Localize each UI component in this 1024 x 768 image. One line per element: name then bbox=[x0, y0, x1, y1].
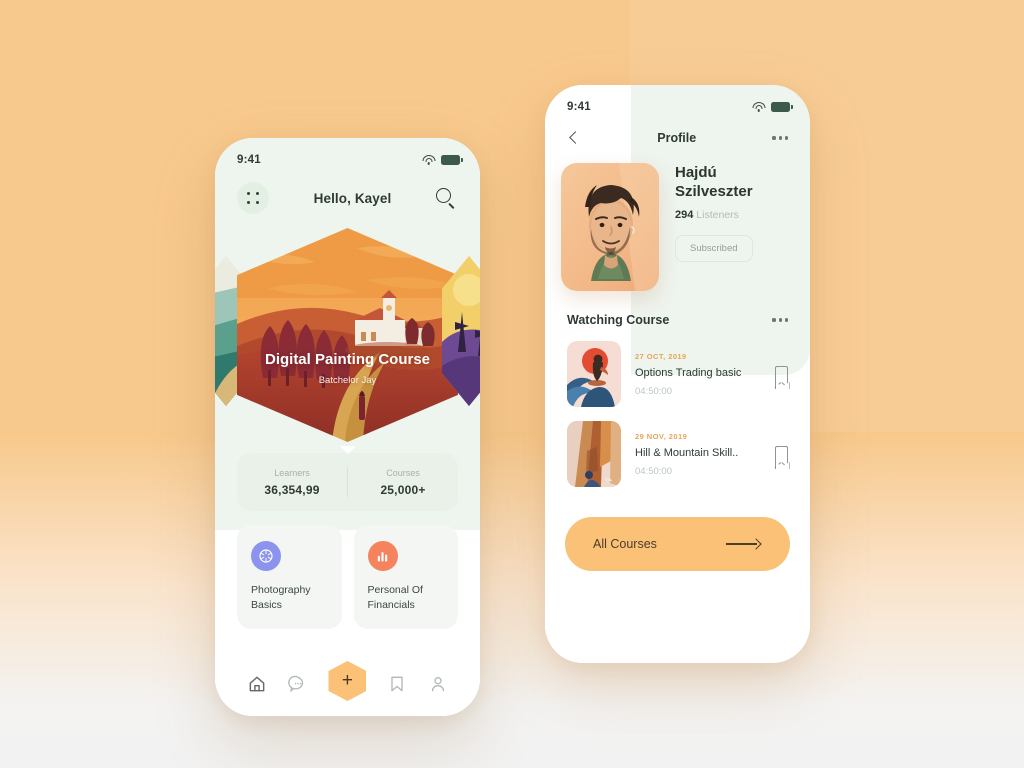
greeting-title: Hello, Kayel bbox=[313, 190, 392, 206]
section-title: Watching Course bbox=[567, 313, 670, 327]
stat-value: 25,000+ bbox=[380, 482, 426, 497]
bottom-navigation: + bbox=[215, 658, 480, 716]
category-label: Personal Of Financials bbox=[367, 583, 423, 611]
course-duration: 04:50:00 bbox=[635, 465, 672, 477]
phone-left: 9:41 Hello, Kayel Digital Painting Cours… bbox=[215, 138, 480, 716]
listeners-count: 294 bbox=[675, 209, 694, 222]
status-bar-right: 9:41 bbox=[545, 85, 810, 119]
course-thumbnail bbox=[567, 421, 621, 487]
status-time: 9:41 bbox=[567, 101, 591, 113]
battery-icon bbox=[771, 102, 793, 112]
status-indicators bbox=[752, 102, 793, 112]
avatar bbox=[561, 163, 659, 291]
stat-value: 36,354,99 bbox=[264, 482, 320, 497]
stat-label: Learners bbox=[274, 467, 310, 478]
course-info: 29 NOV, 2019 Hill & Mountain Skill.. 04:… bbox=[635, 432, 761, 477]
course-title: Hill & Mountain Skill.. bbox=[635, 446, 739, 459]
all-courses-label: All Courses bbox=[593, 537, 657, 551]
stat-label: Courses bbox=[386, 467, 420, 478]
profile-name: Hajdú Szilveszter bbox=[675, 164, 753, 201]
course-info: 27 OCT, 2019 Options Trading basic 04:50… bbox=[635, 352, 761, 397]
category-card-photography[interactable]: Photography Basics bbox=[237, 525, 342, 629]
home-icon[interactable] bbox=[247, 674, 267, 694]
category-cards: Photography Basics Personal Of Financial… bbox=[237, 525, 458, 629]
watching-course-header: Watching Course bbox=[545, 291, 810, 327]
course-title: Options Trading basic bbox=[635, 366, 742, 379]
category-card-financials[interactable]: Personal Of Financials bbox=[353, 525, 458, 629]
camera-aperture-icon bbox=[251, 541, 281, 571]
phone-side-button bbox=[809, 440, 810, 500]
status-indicators bbox=[422, 155, 463, 165]
bookmark-icon[interactable] bbox=[774, 366, 789, 389]
profile-icon[interactable] bbox=[428, 674, 448, 694]
course-thumbnail bbox=[567, 341, 621, 407]
listeners-row: 294 Listeners bbox=[675, 209, 790, 221]
plus-icon[interactable]: + bbox=[328, 661, 367, 701]
wifi-icon bbox=[752, 102, 765, 112]
bookmark-icon[interactable] bbox=[387, 674, 407, 694]
all-courses-button[interactable]: All Courses bbox=[565, 517, 790, 571]
category-label: Photography Basics bbox=[251, 583, 311, 611]
profile-info: Hajdú Szilveszter 294 Listeners Subscrib… bbox=[545, 145, 810, 291]
listeners-label: Listeners bbox=[696, 209, 739, 222]
bookmark-icon[interactable] bbox=[774, 446, 789, 469]
stat-courses: Courses 25,000+ bbox=[348, 468, 458, 497]
subscribed-button[interactable]: Subscribed bbox=[675, 235, 753, 263]
wifi-icon bbox=[422, 155, 435, 165]
home-navbar: Hello, Kayel bbox=[215, 172, 480, 214]
arrow-right-icon bbox=[726, 539, 760, 549]
list-item[interactable]: 27 OCT, 2019 Options Trading basic 04:50… bbox=[545, 327, 810, 407]
search-icon[interactable] bbox=[435, 188, 456, 210]
chevron-left-icon[interactable] bbox=[567, 131, 581, 145]
chat-icon[interactable] bbox=[288, 674, 308, 694]
list-item[interactable]: 29 NOV, 2019 Hill & Mountain Skill.. 04:… bbox=[545, 407, 810, 487]
grid-dots-icon[interactable] bbox=[237, 182, 269, 214]
page-title: Profile bbox=[657, 131, 697, 145]
home-screen: 9:41 Hello, Kayel Digital Painting Cours… bbox=[215, 138, 480, 716]
phone-right: 9:41 Profile Hajdú Szilveszter 294 Liste… bbox=[545, 85, 810, 663]
course-date: 27 OCT, 2019 bbox=[635, 351, 687, 361]
stats-panel: Learners 36,354,99 Courses 25,000+ bbox=[237, 453, 458, 511]
more-horizontal-icon[interactable] bbox=[772, 136, 788, 140]
bar-chart-icon bbox=[367, 541, 398, 571]
stat-learners: Learners 36,354,99 bbox=[237, 468, 347, 497]
profile-screen: 9:41 Profile Hajdú Szilveszter 294 Liste… bbox=[545, 85, 810, 663]
profile-text-block: Hajdú Szilveszter 294 Listeners Subscrib… bbox=[675, 163, 790, 291]
battery-icon bbox=[441, 155, 463, 165]
status-time: 9:41 bbox=[237, 154, 261, 166]
more-horizontal-icon[interactable] bbox=[772, 318, 788, 322]
course-date: 29 NOV, 2019 bbox=[635, 431, 688, 441]
status-bar-left: 9:41 bbox=[215, 138, 480, 172]
hero-carousel: Digital Painting Course Batchelor Jay bbox=[215, 228, 480, 443]
course-duration: 04:50:00 bbox=[635, 385, 672, 397]
profile-navbar: Profile bbox=[545, 119, 810, 145]
hero-card-current[interactable] bbox=[237, 228, 458, 442]
